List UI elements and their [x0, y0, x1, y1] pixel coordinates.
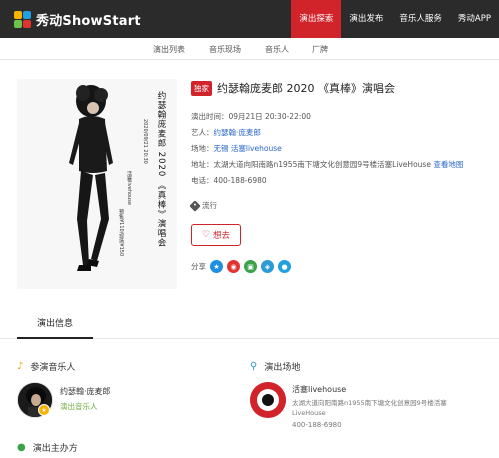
event-venue-name-link[interactable]: 活塞livehouse	[231, 144, 282, 153]
nav-item-publish[interactable]: 演出发布	[341, 0, 391, 38]
douban-icon[interactable]: ▣	[244, 260, 257, 273]
poster-title-vertical: 约瑟翰庞麦郎 2020 《真棒》演唱会	[156, 90, 166, 247]
tieba-icon[interactable]: ◈	[261, 260, 274, 273]
event-venue-label: 场地：	[191, 144, 214, 153]
event-address: 地址：太湖大道向阳南路n1955南下塘文化创意园9号楼活塞LiveHouse 查…	[191, 159, 463, 170]
share-row: 分享 ★ ◉ ▣ ◈ ●	[191, 260, 291, 273]
organizer-section-heading: ● 演出主办方	[17, 441, 78, 454]
event-phone-value: 400-188-6980	[213, 176, 267, 185]
want-to-go-label: 想去	[213, 231, 231, 241]
event-time-label: 演出时间：	[191, 112, 229, 121]
tab-show-info[interactable]: 演出信息	[17, 308, 93, 339]
event-address-value: 太湖大道向阳南路n1955南下塘文化创意园9号楼活塞LiveHouse	[213, 160, 431, 169]
subnav-item-live[interactable]: 音乐现场	[209, 44, 241, 55]
genre-tag[interactable]: 流行	[189, 199, 217, 212]
event-time-value: 09月21日 20:30-22:00	[228, 112, 311, 121]
venue-logo[interactable]	[250, 382, 286, 418]
want-to-go-button[interactable]: ♡ 想去	[191, 224, 241, 246]
exclusive-badge: 独家	[191, 80, 212, 96]
poster-venue-vertical: 活塞livehouse	[126, 170, 132, 205]
event-title: 约瑟翰庞麦郎 2020 《真棒》演唱会	[217, 82, 395, 95]
venue-heading-text: 演出场地	[264, 363, 301, 373]
poster-date-vertical: 2020/09/21 20:30	[142, 119, 148, 164]
sub-navbar: 演出列表 音乐现场 音乐人 厂牌	[0, 38, 499, 60]
logo-mark-icon	[14, 10, 32, 29]
organizer-heading-text: 演出主办方	[32, 444, 78, 454]
logo-text: 秀动ShowStart	[36, 14, 141, 29]
event-time: 演出时间：09月21日 20:30-22:00	[191, 111, 311, 122]
event-artist-label: 艺人：	[191, 128, 214, 137]
venue-section-heading: ⚲ 演出场地	[250, 360, 300, 373]
event-phone: 电话：400-188-6980	[191, 175, 267, 186]
nav-item-musician-services[interactable]: 音乐人服务	[391, 0, 450, 38]
event-artist-link[interactable]: 约瑟翰·庞麦郎	[214, 128, 261, 137]
subnav-item-musicians[interactable]: 音乐人	[265, 44, 289, 55]
view-map-link[interactable]: 查看地图	[433, 160, 463, 169]
venue-address: 太湖大道向阳南路n1955南下塘文化创意园9号楼活塞LiveHouse	[292, 399, 447, 417]
share-label: 分享	[191, 262, 206, 271]
qq-icon[interactable]: ●	[278, 260, 291, 273]
artist-role: 演出音乐人	[60, 402, 98, 411]
venue-phone: 400-188-6980	[292, 421, 342, 429]
nav-item-explore[interactable]: 演出探索	[291, 0, 342, 38]
organizer-icon: ●	[17, 442, 26, 453]
event-venue: 场地：无锡 活塞livehouse	[191, 143, 282, 154]
event-poster: 约瑟翰庞麦郎 2020 《真棒》演唱会 2020/09/21 20:30 活塞l…	[17, 79, 177, 289]
weibo-icon[interactable]: ◉	[227, 260, 240, 273]
genre-tag-label: 流行	[202, 201, 217, 210]
artists-section-heading: ♪ 参演音乐人	[17, 360, 75, 373]
music-note-icon: ♪	[17, 361, 24, 372]
artists-heading-text: 参演音乐人	[30, 363, 76, 373]
main-nav: 演出探索 演出发布 音乐人服务 秀动APP	[291, 0, 499, 38]
poster-price-vertical: 预售¥110/现场¥150	[118, 208, 124, 256]
event-title-row: 独家 约瑟翰庞麦郎 2020 《真棒》演唱会	[191, 80, 395, 96]
detail-tabs: 演出信息	[0, 308, 499, 339]
event-venue-city-link[interactable]: 无锡	[214, 144, 229, 153]
artist-name-link[interactable]: 约瑟翰·庞麦郎	[60, 386, 111, 397]
nav-item-app[interactable]: 秀动APP	[450, 0, 499, 38]
subnav-item-show-list[interactable]: 演出列表	[153, 44, 185, 55]
location-pin-icon: ⚲	[250, 361, 258, 372]
tag-icon	[189, 199, 201, 212]
event-address-label: 地址：	[191, 160, 214, 169]
site-logo[interactable]: 秀动ShowStart	[14, 10, 141, 29]
venue-name-link[interactable]: 活塞livehouse	[292, 384, 346, 395]
top-navbar: 秀动ShowStart 演出探索 演出发布 音乐人服务 秀动APP	[0, 0, 499, 38]
event-artist: 艺人：约瑟翰·庞麦郎	[191, 127, 261, 138]
subnav-item-labels[interactable]: 厂牌	[312, 44, 328, 55]
event-phone-label: 电话：	[191, 176, 214, 185]
musician-verified-icon: ★	[38, 404, 50, 416]
heart-icon: ♡	[201, 230, 211, 240]
qzone-icon[interactable]: ★	[210, 260, 223, 273]
